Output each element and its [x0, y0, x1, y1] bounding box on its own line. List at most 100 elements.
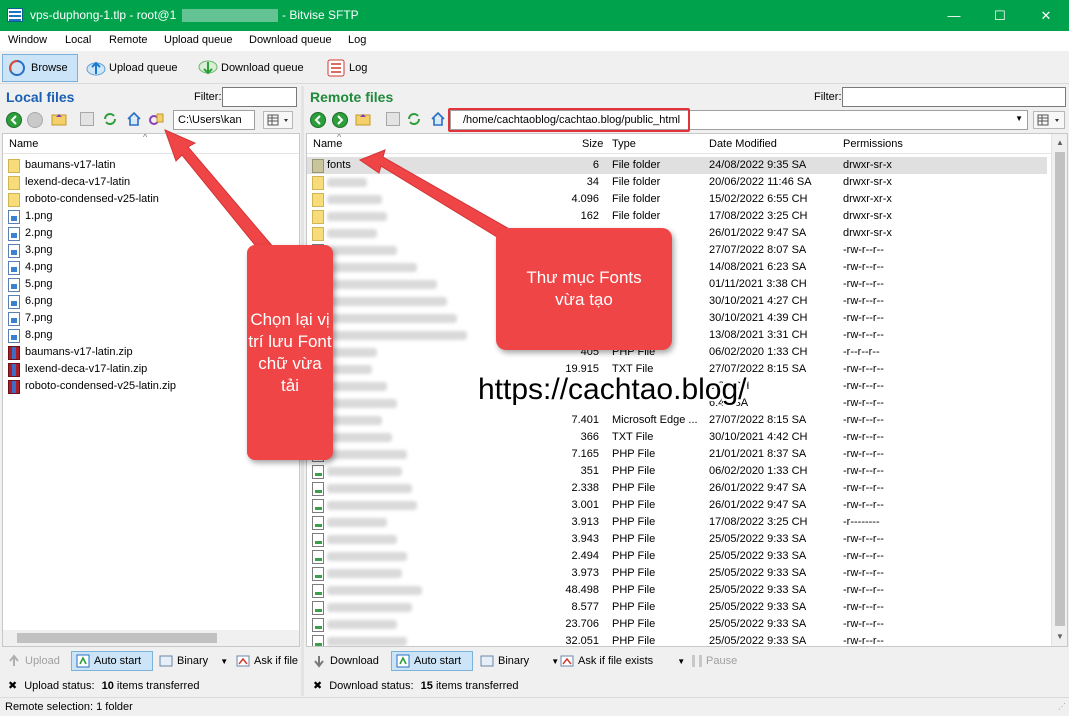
remote-file-type: PHP File: [612, 499, 656, 511]
download-status-label: Download status:: [329, 680, 414, 692]
log-button[interactable]: Log: [321, 54, 372, 82]
minimize-button[interactable]: —: [931, 0, 977, 31]
remote-file-row[interactable]: 7.165 PHP File 21/01/2021 8:37 SA -rw-r--r-…: [307, 446, 1047, 463]
remote-file-type: File folder: [612, 176, 661, 188]
remote-file-row[interactable]: 405 PHP File 06/02/2020 1:33 CH -r--r--r--: [307, 344, 1047, 361]
local-back-icon[interactable]: [6, 112, 22, 128]
remote-file-date: 24/08/2022 9:35 SA: [709, 159, 807, 171]
png-file-icon: [8, 244, 20, 258]
remote-file-row[interactable]: Edge30/10/2021 4:27 CH-rw-r--r--: [307, 293, 1047, 310]
remote-file-permissions: drwxr-sr-x: [843, 159, 892, 171]
remote-file-row[interactable]: Edge13/08/2021 3:31 CH-rw-r--r--: [307, 327, 1047, 344]
remote-file-date: 27/07/2022 8:15 SA: [709, 414, 807, 426]
remote-file-size: 4.096: [571, 193, 599, 205]
pause-label: Pause: [706, 655, 738, 667]
remote-file-row[interactable]: 3.913 PHP File 17/08/2022 3:25 CH -r-------…: [307, 514, 1047, 531]
local-stop-icon[interactable]: [80, 112, 94, 126]
remote-file-row[interactable]: 7.401 Microsoft Edge ... 27/07/2022 8:15 S…: [307, 412, 1047, 429]
maximize-button[interactable]: ☐: [977, 0, 1023, 31]
redacted-file-name: [327, 637, 407, 646]
remote-file-permissions: -rw-r--r--: [843, 635, 884, 647]
remote-refresh-icon[interactable]: [406, 111, 422, 127]
remote-col-date[interactable]: Date Modified: [709, 138, 777, 150]
local-auto-start-button[interactable]: Auto start: [71, 651, 153, 671]
remote-file-row[interactable]: 3.973 PHP File 25/05/2022 9:33 SA -rw-r--r-…: [307, 565, 1047, 582]
local-binary-label: Binary: [177, 655, 209, 667]
remote-file-size: 366: [580, 431, 599, 443]
binary-dropdown-icon[interactable]: ▼: [220, 657, 228, 666]
remote-stop-icon[interactable]: [386, 112, 400, 126]
remote-file-row[interactable]: 23.706 PHP File 25/05/2022 9:33 SA -rw-r--r…: [307, 616, 1047, 633]
remote-path-dropdown-icon[interactable]: ▼: [1015, 114, 1023, 123]
redacted-file-name: [327, 569, 402, 578]
upload-button[interactable]: Upload: [3, 651, 64, 671]
remote-file-size: 7.165: [571, 448, 599, 460]
download-status-clear-icon[interactable]: ✖: [313, 680, 322, 692]
local-file-name: roboto-condensed-v25-latin: [25, 193, 159, 205]
remote-file-row[interactable]: 2.338 PHP File 26/01/2022 9:47 SA -rw-r--r-…: [307, 480, 1047, 497]
right-callout-text: Thư mục Fonts vừa tạo: [526, 268, 642, 309]
redacted-file-name: [327, 535, 397, 544]
download-queue-button[interactable]: Download queue: [193, 54, 309, 82]
remote-binary-button[interactable]: Binary ▼: [476, 651, 563, 671]
remote-col-permissions[interactable]: Permissions: [843, 138, 903, 150]
local-home-icon[interactable]: [126, 111, 142, 127]
menu-log[interactable]: Log: [348, 34, 366, 46]
remote-col-size[interactable]: Size: [582, 138, 603, 150]
remote-file-permissions: -rw-r--r--: [843, 567, 884, 579]
remote-file-row[interactable]: 351 PHP File 06/02/2020 1:33 CH -rw-r--r--: [307, 463, 1047, 480]
download-status-suffix: items transferred: [435, 680, 519, 692]
local-col-name[interactable]: Name: [9, 138, 38, 150]
remote-file-type: PHP File: [612, 482, 656, 494]
upload-status-clear-icon[interactable]: ✖: [8, 680, 17, 692]
menu-window[interactable]: Window: [8, 34, 47, 46]
remote-file-row[interactable]: 8.577 PHP File 25/05/2022 9:33 SA -rw-r--r-…: [307, 599, 1047, 616]
remote-ask-if-file-exists-button[interactable]: Ask if file exists ▼: [556, 651, 689, 671]
remote-auto-start-button[interactable]: Auto start: [391, 651, 473, 671]
remote-file-date: 06/02/2020 1:33 CH: [709, 346, 808, 358]
remote-file-row[interactable]: 32.051 PHP File 25/05/2022 9:33 SA -rw-r--r…: [307, 633, 1047, 647]
remote-file-row[interactable]: ent01/11/2021 3:38 CH-rw-r--r--: [307, 276, 1047, 293]
remote-parent-folder-icon[interactable]: [355, 111, 371, 127]
local-file-name: lexend-deca-v17-latin.zip: [25, 363, 148, 375]
resize-grip-icon[interactable]: ⋰: [1058, 702, 1066, 711]
remote-file-row[interactable]: 2.494 PHP File 25/05/2022 9:33 SA -rw-r--r-…: [307, 548, 1047, 565]
remote-file-type: File folder: [612, 193, 661, 205]
remote-file-row[interactable]: 3.943 PHP File 25/05/2022 9:33 SA -rw-r--r-…: [307, 531, 1047, 548]
local-scroll-thumb[interactable]: [17, 633, 217, 643]
remote-file-row[interactable]: 3.001 PHP File 26/01/2022 9:47 SA -rw-r--r-…: [307, 497, 1047, 514]
menu-local[interactable]: Local: [65, 34, 91, 46]
download-button[interactable]: Download: [308, 651, 383, 671]
remote-col-type[interactable]: Type: [612, 138, 636, 150]
menu-upload-queue[interactable]: Upload queue: [164, 34, 233, 46]
remote-file-row[interactable]: Edge30/10/2021 4:39 CH-rw-r--r--: [307, 310, 1047, 327]
remote-scroll-thumb[interactable]: [1055, 152, 1065, 626]
remote-file-size: 162: [580, 210, 599, 222]
local-filter-input[interactable]: [222, 87, 297, 107]
ask-dropdown-icon[interactable]: ▼: [677, 657, 685, 666]
browse-button[interactable]: Browse: [2, 54, 78, 82]
local-forward-icon[interactable]: [27, 112, 43, 128]
menu-remote[interactable]: Remote: [109, 34, 148, 46]
php-file-icon: [312, 516, 324, 530]
binary-icon: [159, 655, 173, 667]
remote-filter-input[interactable]: [842, 87, 1066, 107]
remote-file-row[interactable]: 48.498 PHP File 25/05/2022 9:33 SA -rw-r--r…: [307, 582, 1047, 599]
upload-queue-button[interactable]: Upload queue: [81, 54, 183, 82]
local-parent-folder-icon[interactable]: [51, 111, 67, 127]
local-refresh-icon[interactable]: [102, 111, 118, 127]
local-horizontal-scrollbar[interactable]: [3, 630, 299, 646]
remote-view-mode-button[interactable]: [1033, 111, 1065, 129]
remote-file-permissions: -rw-r--r--: [843, 295, 884, 307]
scroll-up-icon[interactable]: ▲: [1056, 138, 1064, 147]
remote-file-row[interactable]: 366 TXT File 30/10/2021 4:42 CH -rw-r--r--: [307, 429, 1047, 446]
local-ask-if-file-button[interactable]: Ask if file: [232, 651, 302, 671]
scroll-down-icon[interactable]: ▼: [1056, 632, 1064, 641]
local-binary-button[interactable]: Binary ▼: [155, 651, 232, 671]
path-highlight-box: [448, 108, 690, 132]
remote-vertical-scrollbar[interactable]: ▲ ▼: [1051, 134, 1067, 646]
close-button[interactable]: ✕: [1023, 0, 1069, 31]
pause-button[interactable]: Pause: [688, 651, 741, 671]
menu-download-queue[interactable]: Download queue: [249, 34, 332, 46]
remote-home-icon[interactable]: [430, 111, 446, 127]
